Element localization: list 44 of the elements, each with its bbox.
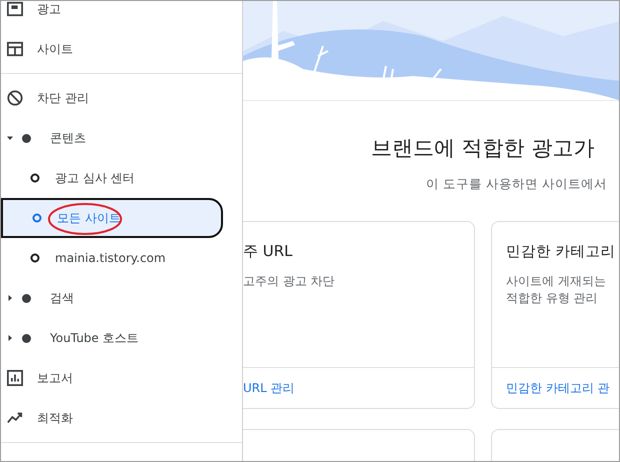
circle-icon [32,213,42,223]
nav-label: 콘텐츠 [50,130,86,146]
site-icon [7,41,23,57]
nav-item[interactable]: 광고 [1,1,242,29]
card-description: 사이트에 게재되는 적합한 유형 관리 [506,273,607,308]
nav-item[interactable]: mainia.tistory.com [1,238,242,278]
caret-right-icon[interactable] [7,295,13,301]
circle-icon [30,253,40,263]
card-description: 고주의 광고 차단 [243,273,336,290]
nav-item[interactable]: 보고서 [1,358,242,398]
nav-label: 광고 심사 센터 [55,170,135,186]
card-title: 민감한 카테고리 [506,243,617,261]
nav-label: mainia.tistory.com [55,251,166,265]
nav-item[interactable]: 모든 사이트 [1,198,223,238]
nav-item[interactable]: 차단 관리 [1,78,242,118]
nav-item[interactable]: 광고 심사 센터 [1,158,242,198]
nav-item[interactable]: YouTube 호스트 [1,318,242,358]
dot-icon [22,294,31,302]
card-title: 주 URL [243,242,294,261]
ad-icon [7,1,23,17]
nav-label: 광고 [37,1,61,18]
page-heading: 브랜드에 적합한 광고가 [371,135,596,162]
manage-link[interactable]: URL 관리 [243,380,295,396]
caret-right-icon[interactable] [7,335,13,341]
nav-item[interactable]: 콘텐츠 [1,118,242,158]
page-subtitle: 이 도구를 사용하면 사이트에서 [425,176,608,193]
nav-label: 검색 [50,290,74,306]
nav-label: 보고서 [37,370,73,386]
circle-icon [30,173,40,183]
manage-link[interactable]: 민감한 카테고리 관 [506,380,610,396]
nav-item[interactable]: 검색 [1,278,242,318]
trend-icon [7,410,23,426]
caret-down-icon[interactable] [7,135,13,141]
nav-item[interactable]: 사이트 [1,29,242,69]
bar-chart-icon [7,370,23,386]
nav-label: YouTube 호스트 [50,330,139,346]
nav-label: 모든 사이트 [57,210,121,226]
dot-icon [22,334,31,342]
dot-icon [22,134,31,142]
nav-item[interactable]: 최적화 [1,398,242,438]
block-icon [7,90,23,106]
nav-label: 사이트 [37,40,73,58]
nav-label: 최적화 [37,410,73,426]
nav-label: 차단 관리 [37,90,89,106]
